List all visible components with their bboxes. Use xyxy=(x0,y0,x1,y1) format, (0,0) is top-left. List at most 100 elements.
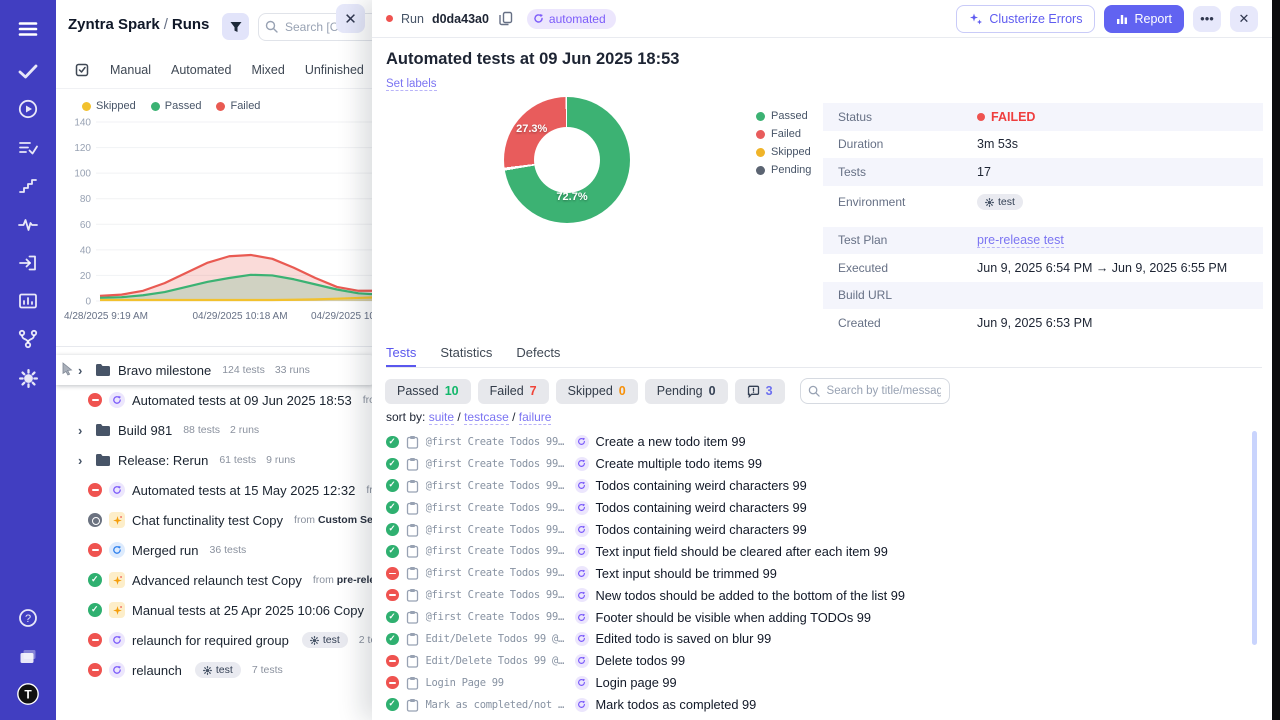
filter-passed-button[interactable]: Passed10 xyxy=(385,379,471,404)
clusterize-errors-button[interactable]: Clusterize Errors xyxy=(956,5,1095,33)
import-icon[interactable] xyxy=(16,251,40,275)
clipboard-icon xyxy=(406,588,419,602)
suite-name: @first Create Todos 99… xyxy=(426,589,568,601)
svg-text:04/29/2025 10: 04/29/2025 10 xyxy=(311,311,374,322)
test-result-row[interactable]: Edit/Delete Todos 99 @…Delete todos 99 xyxy=(386,650,1248,672)
detail-row-tests: Tests 17 xyxy=(823,158,1263,186)
tab-statistics[interactable]: Statistics xyxy=(440,345,492,367)
suite-name: Edit/Delete Todos 99 @… xyxy=(426,655,568,667)
run-list-item-folder[interactable]: › Bravo milestone 124 tests33 runs xyxy=(56,355,374,385)
test-result-row[interactable]: @first Create Todos 99…Create multiple t… xyxy=(386,453,1248,475)
svg-text:100: 100 xyxy=(74,169,91,180)
folder-icon xyxy=(95,423,111,437)
filter-comments-button[interactable]: 3 xyxy=(735,379,785,404)
failed-slice-label: 27.3% xyxy=(516,123,547,135)
tests-icon[interactable] xyxy=(16,59,40,83)
clipboard-icon xyxy=(406,566,419,580)
automated-run-icon xyxy=(109,482,125,498)
run-list-item[interactable]: Chat functinality test Copy from Custom … xyxy=(56,505,374,535)
screen-edge xyxy=(1272,0,1280,720)
chevron-right-icon[interactable]: › xyxy=(78,453,88,468)
test-result-row[interactable]: @first Create Todos 99…Todos containing … xyxy=(386,475,1248,497)
automated-run-icon xyxy=(575,479,589,493)
run-list-item-folder[interactable]: › Build 981 88 tests2 runs xyxy=(56,415,374,445)
svg-text:4/28/2025 9:19 AM: 4/28/2025 9:19 AM xyxy=(64,311,148,322)
sort-by-failure-link[interactable]: failure xyxy=(519,410,552,425)
set-labels-link[interactable]: Set labels xyxy=(386,78,437,91)
settings-gear-icon[interactable] xyxy=(16,366,40,390)
close-run-button[interactable]: ✕ xyxy=(1230,6,1258,32)
tab-manual[interactable]: Manual xyxy=(110,63,151,77)
chevron-right-icon[interactable]: › xyxy=(78,423,88,438)
chevron-right-icon[interactable]: › xyxy=(78,363,88,378)
copied-run-icon xyxy=(109,602,125,618)
status-passed-icon xyxy=(386,501,399,514)
automated-run-icon xyxy=(109,662,125,678)
projects-icon[interactable] xyxy=(16,644,40,668)
test-result-row[interactable]: @first Create Todos 99…Todos containing … xyxy=(386,519,1248,541)
run-list-item[interactable]: relaunch for required group test 2 tests xyxy=(56,625,374,655)
test-result-row[interactable]: @first Create Todos 99…Text input should… xyxy=(386,562,1248,584)
tests-search-input[interactable] xyxy=(800,378,950,404)
automated-badge[interactable]: automated xyxy=(527,9,616,29)
tab-unfinished[interactable]: Unfinished xyxy=(305,63,364,77)
test-result-row[interactable]: @first Create Todos 99…Todos containing … xyxy=(386,497,1248,519)
filter-failed-button[interactable]: Failed7 xyxy=(478,379,549,404)
sort-by-testcase-link[interactable]: testcase xyxy=(464,410,509,425)
run-list-item[interactable]: Automated tests at 15 May 2025 12:32 fro… xyxy=(56,475,374,505)
analytics-icon[interactable] xyxy=(16,289,40,313)
detail-row-executed: Executed Jun 9, 2025 6:54 PM → Jun 9, 20… xyxy=(823,254,1263,282)
filter-pending-button[interactable]: Pending0 xyxy=(645,379,728,404)
close-panel-button[interactable]: ✕ xyxy=(336,4,365,33)
select-all-icon[interactable] xyxy=(74,62,90,78)
plans-icon[interactable] xyxy=(16,136,40,160)
more-options-button[interactable]: ••• xyxy=(1193,6,1221,32)
menu-icon[interactable] xyxy=(16,17,40,41)
test-result-row[interactable]: @first Create Todos 99…New todos should … xyxy=(386,584,1248,606)
svg-text:140: 140 xyxy=(74,118,91,129)
run-list-item[interactable]: Automated tests at 09 Jun 2025 18:53 fro… xyxy=(56,385,374,415)
run-list-item[interactable]: relaunch test 7 tests xyxy=(56,655,374,685)
test-result-row[interactable]: @first Create Todos 99…Create a new todo… xyxy=(386,431,1248,453)
run-list-item-folder[interactable]: › Release: Rerun 61 tests9 runs xyxy=(56,445,374,475)
result-filters: Passed10 Failed7 Skipped0 Pending0 3 xyxy=(385,378,950,404)
runs-icon[interactable] xyxy=(16,97,40,121)
project-name[interactable]: Zyntra Spark xyxy=(68,16,160,33)
app-logo[interactable]: T xyxy=(16,682,40,706)
milestones-icon[interactable] xyxy=(16,174,40,198)
tab-automated[interactable]: Automated xyxy=(171,63,231,77)
run-list: › Bravo milestone 124 tests33 runs Autom… xyxy=(56,347,374,685)
status-failed-icon xyxy=(88,483,102,497)
tab-tests[interactable]: Tests xyxy=(386,345,416,367)
help-icon[interactable]: ? xyxy=(16,606,40,630)
results-donut-chart: 72.7% 27.3% xyxy=(504,97,630,223)
environment-badge[interactable]: test xyxy=(977,194,1023,210)
filter-button[interactable] xyxy=(222,13,249,40)
test-result-row[interactable]: @first Create Todos 99…Text input field … xyxy=(386,540,1248,562)
pulse-icon[interactable] xyxy=(16,213,40,237)
tab-mixed[interactable]: Mixed xyxy=(251,63,284,77)
svg-text:40: 40 xyxy=(80,245,92,256)
test-result-row[interactable]: Mark as completed/not …Mark todos as com… xyxy=(386,694,1248,716)
test-result-row[interactable]: @first Create Todos 99…Footer should be … xyxy=(386,606,1248,628)
status-neutral-icon xyxy=(88,513,102,527)
run-list-item[interactable]: Advanced relaunch test Copy from pre-rel… xyxy=(56,565,374,595)
passed-dot xyxy=(151,102,160,111)
run-list-item[interactable]: Merged run 36 tests xyxy=(56,535,374,565)
suite-name: @first Create Todos 99… xyxy=(426,524,568,536)
sort-by-suite-link[interactable]: suite xyxy=(429,410,454,425)
automated-run-icon xyxy=(533,13,544,24)
test-plan-link[interactable]: pre-release test xyxy=(977,233,1064,248)
automated-run-icon xyxy=(575,566,589,580)
run-list-item[interactable]: Manual tests at 25 Apr 2025 10:06 Copy f… xyxy=(56,595,374,625)
branch-icon[interactable] xyxy=(16,327,40,351)
tab-defects[interactable]: Defects xyxy=(516,345,560,367)
run-id: d0da43a0 xyxy=(432,12,489,26)
filter-skipped-button[interactable]: Skipped0 xyxy=(556,379,638,404)
report-button[interactable]: Report xyxy=(1104,5,1184,33)
test-result-row[interactable]: Login Page 99Login page 99 xyxy=(386,672,1248,694)
svg-text:80: 80 xyxy=(80,194,92,205)
test-result-row[interactable]: Edit/Delete Todos 99 @…Edited todo is sa… xyxy=(386,628,1248,650)
test-list-scrollbar[interactable] xyxy=(1252,431,1257,645)
copy-run-id-button[interactable] xyxy=(499,11,513,26)
